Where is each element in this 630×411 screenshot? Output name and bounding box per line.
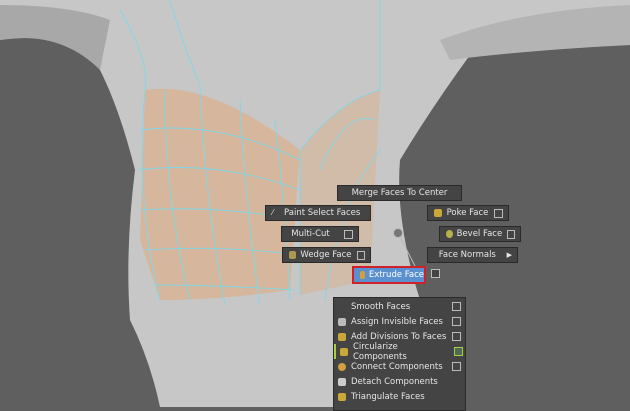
submenu-item-circularize-components[interactable]: Circularize Components (334, 342, 467, 362)
circularize-icon (340, 347, 348, 356)
triangulate-icon (338, 392, 346, 401)
poke-face-item[interactable]: Poke Face (427, 205, 509, 221)
poke-face-icon (434, 209, 442, 217)
label: Smooth Faces (351, 301, 411, 312)
viewport[interactable] (0, 0, 630, 407)
label: Merge Faces To Center (351, 188, 448, 198)
label: Triangulate Faces (351, 391, 425, 402)
wedge-face-item[interactable]: Wedge Face (282, 247, 371, 263)
label: Add Divisions To Faces (351, 331, 447, 342)
options-checkbox[interactable] (494, 208, 503, 218)
marking-menu-center (393, 228, 403, 238)
polygon-submenu: Smooth Faces Assign Invisible Faces Add … (333, 297, 466, 411)
bevel-face-icon (446, 230, 453, 238)
label: Face Normals (438, 250, 496, 260)
merge-faces-to-center-item[interactable]: Merge Faces To Center (337, 185, 462, 201)
options-checkbox[interactable] (344, 229, 353, 239)
label: Extrude Face (368, 270, 424, 280)
options-checkbox[interactable] (507, 229, 515, 239)
detach-icon (338, 377, 346, 386)
connect-icon (338, 362, 346, 371)
paint-brush-icon: ⁄ (272, 208, 274, 217)
options-checkbox[interactable] (454, 347, 463, 356)
label: Bevel Face (456, 229, 503, 239)
submenu-item-smooth-faces[interactable]: Smooth Faces (334, 299, 465, 314)
label: Paint Select Faces (284, 208, 361, 218)
extrude-face-options-checkbox[interactable] (431, 269, 440, 278)
options-checkbox[interactable] (452, 332, 461, 341)
face-normals-item[interactable]: Face Normals ▶ (427, 247, 518, 263)
extrude-face-item[interactable]: Extrude Face (352, 266, 426, 284)
submenu-item-connect-components[interactable]: Connect Components (334, 359, 465, 374)
label: Assign Invisible Faces (351, 316, 443, 327)
bevel-face-item[interactable]: Bevel Face (439, 226, 521, 242)
submenu-item-triangulate-faces[interactable]: Triangulate Faces (334, 389, 465, 404)
submenu-item-detach-components[interactable]: Detach Components (334, 374, 465, 389)
label: Wedge Face (300, 250, 352, 260)
add-divisions-icon (338, 332, 346, 341)
extrude-face-icon (360, 271, 365, 279)
options-checkbox[interactable] (452, 302, 461, 311)
label: Connect Components (351, 361, 443, 372)
multi-cut-item[interactable]: Multi-Cut (281, 226, 359, 242)
wedge-face-icon (289, 251, 297, 259)
label: Poke Face (446, 208, 489, 218)
submenu-arrow-icon: ▶ (506, 251, 512, 259)
options-checkbox[interactable] (452, 317, 461, 326)
options-checkbox[interactable] (356, 250, 365, 260)
paint-select-faces-item[interactable]: ⁄ Paint Select Faces (265, 205, 371, 221)
options-checkbox[interactable] (452, 362, 461, 371)
label: Detach Components (351, 376, 438, 387)
label: Multi-Cut (291, 229, 330, 239)
submenu-item-assign-invisible-faces[interactable]: Assign Invisible Faces (334, 314, 465, 329)
assign-invisible-icon (338, 317, 346, 326)
